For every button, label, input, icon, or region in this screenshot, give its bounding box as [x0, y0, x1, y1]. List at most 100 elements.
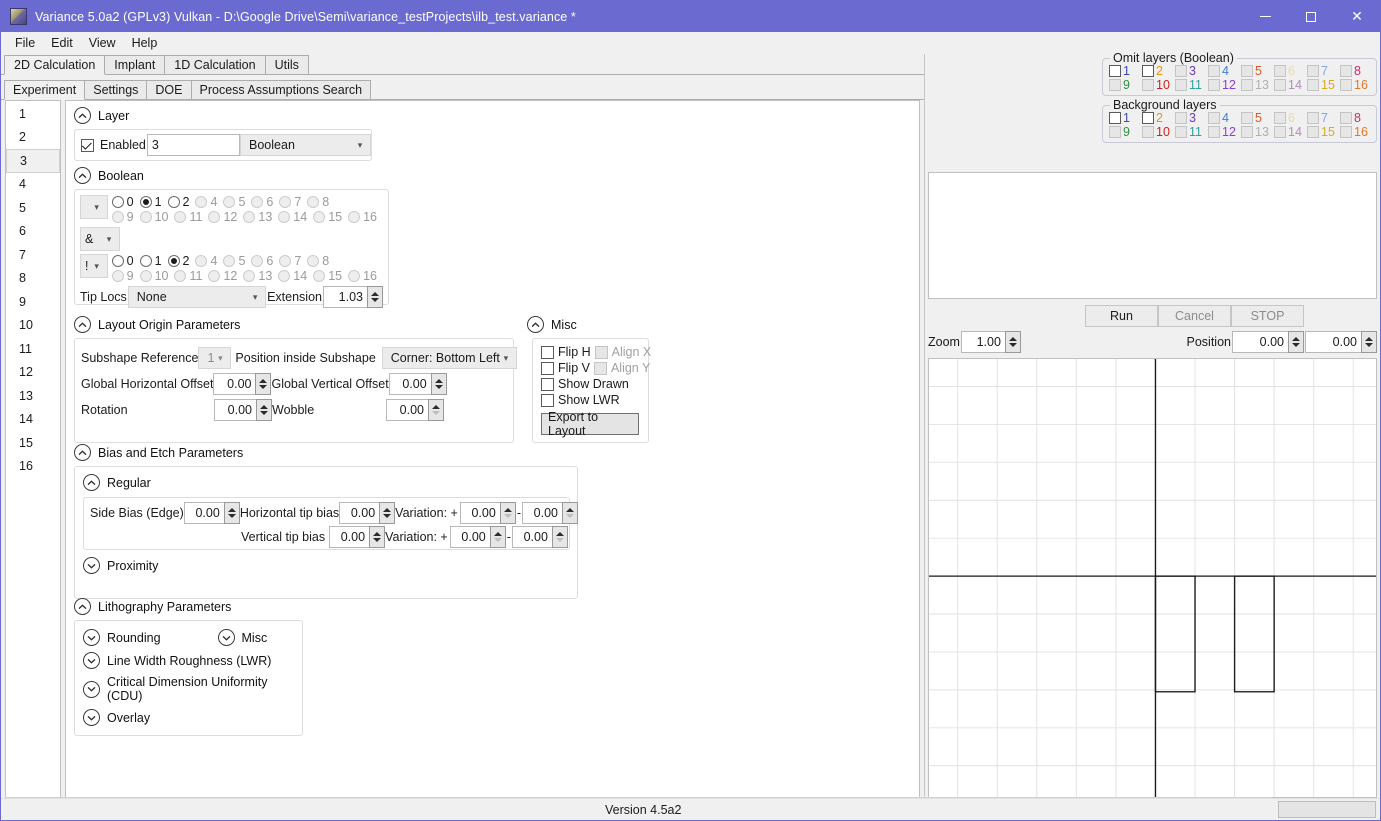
stepper[interactable]	[562, 502, 578, 524]
list-item[interactable]: 11	[6, 337, 60, 361]
stepper-down-icon[interactable]	[493, 538, 502, 542]
regular-expander[interactable]: Regular	[83, 474, 577, 491]
stepper[interactable]	[369, 526, 386, 548]
omit-layer-1-checkbox[interactable]	[1109, 65, 1121, 77]
stepper-down-icon[interactable]	[383, 514, 392, 518]
misc-expander[interactable]: Misc	[527, 316, 577, 333]
list-item[interactable]: 5	[6, 196, 60, 220]
list-item[interactable]: 15	[6, 431, 60, 455]
stepper[interactable]	[428, 399, 444, 421]
list-item[interactable]: 8	[6, 267, 60, 291]
log-output-panel[interactable]	[928, 172, 1377, 299]
bg-layer-2-checkbox[interactable]	[1142, 112, 1154, 124]
stop-button[interactable]: STOP	[1231, 304, 1304, 327]
bg-layer-15-checkbox[interactable]	[1307, 126, 1319, 138]
radio-b-6[interactable]	[251, 255, 264, 267]
list-item[interactable]: 4	[6, 173, 60, 197]
bg-layer-5-checkbox[interactable]	[1241, 112, 1253, 124]
stepper-down-icon[interactable]	[1292, 343, 1300, 347]
stepper-up-icon[interactable]	[1008, 337, 1017, 341]
export-to-layout-button[interactable]: Export to Layout	[541, 410, 639, 438]
litho-expander[interactable]: Lithography Parameters	[74, 598, 231, 615]
list-item[interactable]: 16	[6, 455, 60, 479]
omit-layer-8-checkbox[interactable]	[1340, 65, 1352, 77]
stepper-up-icon[interactable]	[227, 508, 236, 512]
radio-a-10[interactable]	[139, 211, 152, 223]
radio-a-9[interactable]	[111, 211, 124, 223]
boolean-operand-a-combo[interactable]: ▾	[80, 195, 108, 219]
stepper[interactable]	[1288, 331, 1304, 353]
stepper[interactable]	[223, 502, 240, 524]
rounding-expander[interactable]: Rounding	[83, 629, 161, 646]
radio-a-14[interactable]	[278, 211, 291, 223]
bg-layer-14-checkbox[interactable]	[1274, 126, 1286, 138]
radio-b-13[interactable]	[243, 270, 256, 282]
stepper-up-icon[interactable]	[493, 532, 502, 536]
stepper-up-icon[interactable]	[566, 508, 574, 512]
proximity-expander[interactable]: Proximity	[83, 557, 577, 574]
zoom-value[interactable]: 1.00	[960, 331, 1005, 353]
omit-layer-5-checkbox[interactable]	[1241, 65, 1253, 77]
stepper-down-icon[interactable]	[371, 298, 379, 302]
boolean-operand-b-combo[interactable]: ! ▾	[80, 254, 108, 278]
flip-h-checkbox[interactable]	[541, 345, 554, 359]
boolean-expander[interactable]: Boolean	[74, 167, 144, 184]
bg-layer-10-checkbox[interactable]	[1142, 126, 1154, 138]
stepper[interactable]	[379, 502, 396, 524]
menu-edit[interactable]: Edit	[43, 34, 81, 52]
stepper-down-icon[interactable]	[227, 514, 236, 518]
v-variation-minus-value[interactable]: 0.00	[511, 526, 552, 548]
v-variation-plus-spinner[interactable]: 0.00	[449, 526, 506, 548]
stepper[interactable]	[430, 373, 447, 395]
position-y-value[interactable]: 0.00	[1305, 331, 1361, 353]
stepper-up-icon[interactable]	[383, 508, 392, 512]
wobble-spinner[interactable]: 0.00	[386, 399, 444, 421]
tab-doe[interactable]: DOE	[146, 80, 192, 100]
radio-b-4[interactable]	[195, 255, 208, 267]
bg-layer-6-checkbox[interactable]	[1274, 112, 1286, 124]
bg-layer-11-checkbox[interactable]	[1175, 126, 1187, 138]
layer-type-combo[interactable]: Boolean ▾	[240, 134, 371, 156]
stepper[interactable]	[256, 399, 272, 421]
extension-spinner[interactable]: 1.03	[323, 286, 383, 308]
radio-a-7[interactable]	[279, 196, 292, 208]
show-lwr-checkbox[interactable]	[541, 393, 554, 407]
stepper-up-icon[interactable]	[259, 379, 268, 383]
tab-2d-calculation[interactable]: 2D Calculation	[4, 55, 106, 75]
radio-a-0[interactable]	[111, 196, 124, 208]
radio-b-5[interactable]	[223, 255, 236, 267]
omit-layer-15-checkbox[interactable]	[1307, 79, 1319, 91]
radio-a-16[interactable]	[348, 211, 361, 223]
h-variation-plus-value[interactable]: 0.00	[459, 502, 500, 524]
radio-b-14[interactable]	[278, 270, 291, 282]
omit-layer-16-checkbox[interactable]	[1340, 79, 1352, 91]
omit-layer-12-checkbox[interactable]	[1208, 79, 1220, 91]
horizontal-scrollbar[interactable]	[1278, 801, 1376, 818]
stepper[interactable]	[489, 526, 506, 548]
radio-b-9[interactable]	[111, 270, 124, 282]
stepper-down-icon[interactable]	[434, 385, 443, 389]
tab-experiment[interactable]: Experiment	[4, 80, 86, 100]
h-tip-bias-spinner[interactable]: 0.00	[339, 502, 396, 524]
list-item[interactable]: 12	[6, 361, 60, 385]
stepper[interactable]	[1361, 331, 1377, 353]
list-item[interactable]: 10	[6, 314, 60, 338]
radio-b-11[interactable]	[174, 270, 187, 282]
omit-layer-3-checkbox[interactable]	[1175, 65, 1187, 77]
bg-layer-7-checkbox[interactable]	[1307, 112, 1319, 124]
radio-a-13[interactable]	[243, 211, 256, 223]
show-drawn-checkbox[interactable]	[541, 377, 554, 391]
stepper-up-icon[interactable]	[373, 532, 382, 536]
omit-layer-2-checkbox[interactable]	[1142, 65, 1154, 77]
enabled-checkbox[interactable]	[81, 138, 94, 152]
stepper-down-icon[interactable]	[503, 514, 512, 518]
h-variation-minus-value[interactable]: 0.00	[522, 502, 562, 524]
v-tip-bias-spinner[interactable]: 0.00	[329, 526, 386, 548]
menu-view[interactable]: View	[81, 34, 124, 52]
stepper[interactable]	[499, 502, 516, 524]
list-item-selected[interactable]: 3	[6, 149, 60, 173]
stepper-up-icon[interactable]	[260, 405, 268, 409]
subshape-reference-combo[interactable]: 1 ▾	[198, 347, 232, 369]
radio-a-8[interactable]	[307, 196, 320, 208]
bg-layer-4-checkbox[interactable]	[1208, 112, 1220, 124]
